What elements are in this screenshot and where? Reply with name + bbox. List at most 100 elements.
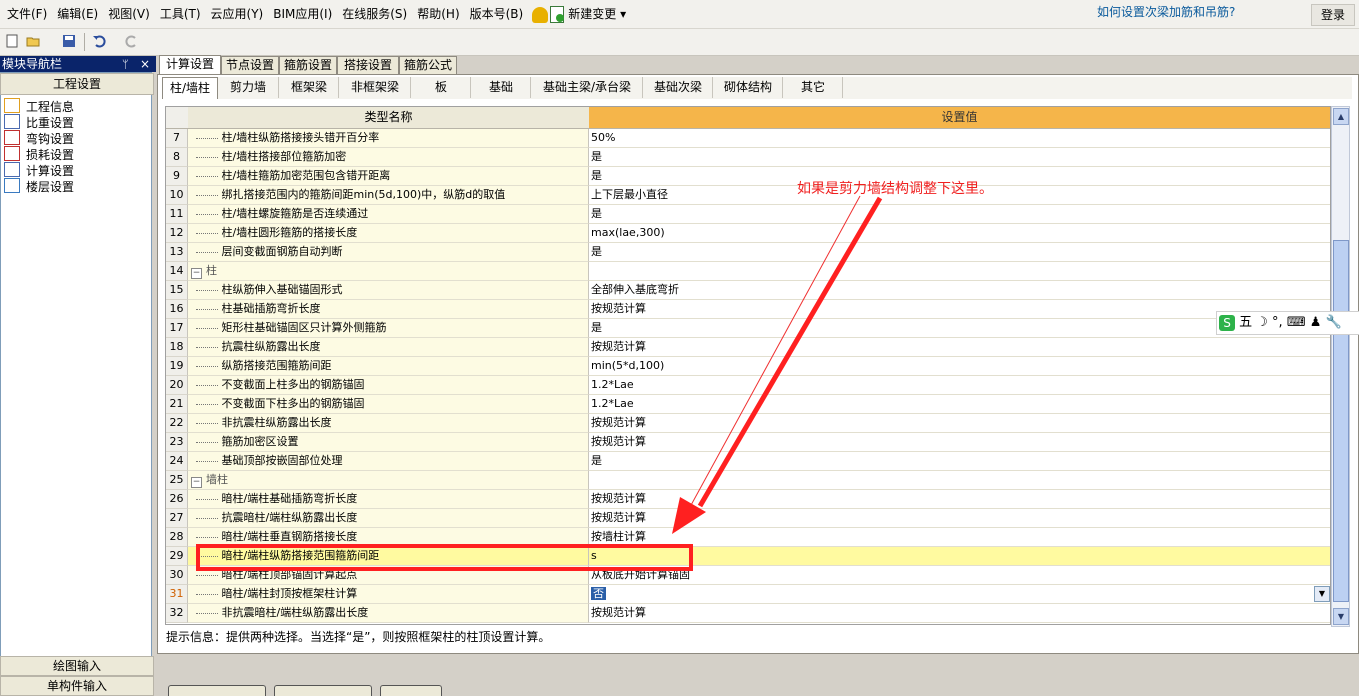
row-value-text[interactable]: 按规范计算 [591,416,646,429]
nav-item[interactable]: 计算设置 [4,162,74,178]
new-change-menu[interactable]: 新建变更 [568,7,616,21]
table-row[interactable]: 26 暗柱/端柱基础插筋弯折长度 按规范计算 [166,490,1330,509]
row-value[interactable]: 1.2*Lae [589,395,1330,414]
table-row[interactable]: 18 抗震柱纵筋露出长度 按规范计算 [166,338,1330,357]
scroll-down-icon[interactable]: ▼ [1333,608,1349,625]
tab-3[interactable]: 搭接设置 [337,56,399,74]
chevron-down-icon[interactable]: ▾ [616,7,626,21]
subtab-3[interactable]: 非框架梁 [340,77,411,98]
row-value-text[interactable]: 是 [591,169,602,182]
save-icon[interactable] [62,34,76,48]
subtab-7[interactable]: 基础次梁 [644,77,713,98]
table-row[interactable]: 22 非抗震柱纵筋露出长度 按规范计算 [166,414,1330,433]
table-row[interactable]: 31 暗柱/端柱封顶按框架柱计算否 ▼ [166,585,1330,604]
table-row[interactable]: 32 非抗震暗柱/端柱纵筋露出长度 按规范计算 [166,604,1330,623]
table-row[interactable]: 24 基础顶部按嵌固部位处理 是 [166,452,1330,471]
row-value[interactable] [589,471,1330,490]
close-icon[interactable]: × [138,56,150,72]
open-folder-icon[interactable] [26,34,40,48]
table-row[interactable]: 14− 柱 [166,262,1330,281]
row-value-text[interactable]: 1.2*Lae [591,397,634,410]
row-value-text[interactable]: 1.2*Lae [591,378,634,391]
row-value[interactable]: 从板底开始计算锚固 [589,566,1330,585]
redo-icon[interactable] [125,34,139,48]
nav-item[interactable]: 损耗设置 [4,146,74,162]
menu-item[interactable]: 版本号(B) [465,0,529,28]
row-value[interactable]: 按规范计算 [589,604,1330,623]
menu-item[interactable]: 在线服务(S) [337,0,412,28]
tab-1[interactable]: 节点设置 [221,56,279,74]
subtab-0[interactable]: 柱/墙柱 [162,77,218,99]
row-value[interactable]: min(5*d,100) [589,357,1330,376]
menu-item[interactable]: 云应用(Y) [206,0,269,28]
row-value-text[interactable]: 是 [591,245,602,258]
undo-icon[interactable] [92,34,106,48]
row-value[interactable]: 是 [589,243,1330,262]
row-value-text[interactable]: 按规范计算 [591,302,646,315]
table-row[interactable]: 7 柱/墙柱纵筋搭接接头错开百分率 50% [166,129,1330,148]
login-button[interactable]: 登录 [1311,4,1355,26]
ime-toolbar[interactable]: S 五 ☽ °, ⌨ ♟ 🔧 [1216,311,1359,335]
subtab-6[interactable]: 基础主梁/承台梁 [532,77,643,98]
pin-icon[interactable]: ᛘ [120,57,129,73]
table-row[interactable]: 19 纵筋搭接范围箍筋间距 min(5*d,100) [166,357,1330,376]
row-value[interactable]: max(lae,300) [589,224,1330,243]
table-row[interactable]: 9 柱/墙柱箍筋加密范围包含错开距离 是 [166,167,1330,186]
row-value-text[interactable]: 否 [591,587,606,600]
row-value[interactable]: 全部伸入基底弯折 [589,281,1330,300]
row-value-text[interactable]: min(5*d,100) [591,359,664,372]
row-value-text[interactable]: 是 [591,150,602,163]
row-value-text[interactable]: 是 [591,207,602,220]
row-value-text[interactable]: max(lae,300) [591,226,665,239]
sogou-icon[interactable]: S [1219,314,1235,331]
table-row[interactable]: 16 柱基础插筋弯折长度 按规范计算 [166,300,1330,319]
row-value[interactable]: s [589,547,1330,566]
subtab-1[interactable]: 剪力墙 [218,77,279,98]
vertical-scrollbar[interactable]: ▲ ▼ [1331,106,1350,627]
scroll-thumb[interactable] [1333,240,1349,602]
row-value[interactable]: 按墙柱计算 [589,528,1330,547]
new-file-icon[interactable] [5,34,19,48]
table-row[interactable]: 12 柱/墙柱圆形箍筋的搭接长度 max(lae,300) [166,224,1330,243]
table-row[interactable]: 21 不变截面下柱多出的钢筋锚固 1.2*Lae [166,395,1330,414]
table-row[interactable]: 25− 墙柱 [166,471,1330,490]
tab-2[interactable]: 箍筋设置 [279,56,337,74]
row-value-text[interactable]: 按规范计算 [591,492,646,505]
row-value[interactable]: 是 [589,205,1330,224]
row-value-text[interactable]: 全部伸入基底弯折 [591,283,679,296]
table-row[interactable]: 11 柱/墙柱螺旋箍筋是否连续通过 是 [166,205,1330,224]
collapse-icon[interactable]: − [191,268,202,279]
row-value[interactable] [589,262,1330,281]
row-value-text[interactable]: 按墙柱计算 [591,530,646,543]
table-row[interactable]: 27 抗震暗柱/端柱纵筋露出长度 按规范计算 [166,509,1330,528]
tab-0[interactable]: 计算设置 [159,55,221,74]
nav-item[interactable]: 弯钩设置 [4,130,74,146]
nav-item[interactable]: 楼层设置 [4,178,74,194]
table-row[interactable]: 20 不变截面上柱多出的钢筋锚固 1.2*Lae [166,376,1330,395]
row-value-text[interactable]: 50% [591,131,615,144]
row-value[interactable]: 按规范计算 [589,338,1330,357]
help-link[interactable]: 如何设置次梁加筋和吊筋? [1097,3,1235,20]
menu-item[interactable]: 视图(V) [103,0,155,28]
subtab-5[interactable]: 基础 [472,77,531,98]
ime-status[interactable]: 五 ☽ °, ⌨ ♟ 🔧 [1239,315,1342,330]
table-row[interactable]: 8 柱/墙柱搭接部位箍筋加密 是 [166,148,1330,167]
row-value[interactable]: 按规范计算 [589,490,1330,509]
row-value[interactable]: 按规范计算 [589,509,1330,528]
subtab-8[interactable]: 砌体结构 [714,77,783,98]
table-row[interactable]: 13 层间变截面钢筋自动判断 是 [166,243,1330,262]
new-change-icon[interactable] [550,6,565,23]
subtab-4[interactable]: 板 [412,77,471,98]
nav-header-project-settings[interactable]: 工程设置 [0,73,154,95]
row-value-text[interactable]: 是 [591,454,602,467]
menu-item[interactable]: 工具(T) [155,0,206,28]
table-row[interactable]: 15 柱纵筋伸入基础锚固形式 全部伸入基底弯折 [166,281,1330,300]
row-value-text[interactable]: 按规范计算 [591,340,646,353]
row-value-text[interactable]: 是 [591,321,602,334]
row-value[interactable]: 是 [589,452,1330,471]
menu-item[interactable]: 编辑(E) [52,0,103,28]
subtab-9[interactable]: 其它 [784,77,843,98]
menu-item[interactable]: BIM应用(I) [268,0,337,28]
scroll-up-icon[interactable]: ▲ [1333,108,1349,125]
tab-4[interactable]: 箍筋公式 [399,56,457,74]
